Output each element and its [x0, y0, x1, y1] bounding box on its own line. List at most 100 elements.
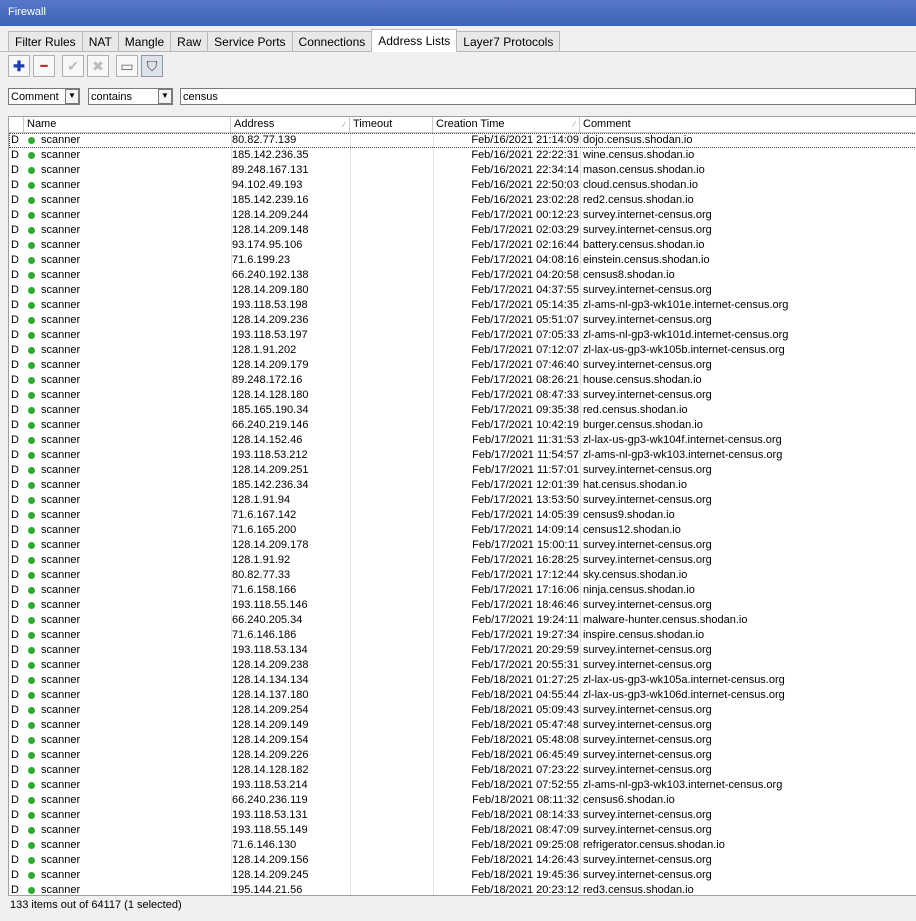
- table-row[interactable]: Dscanner 128.14.128.182 Feb/18/2021 07:23:…: [9, 763, 916, 778]
- row-comment: zl-lax-us-gp3-wk104f.internet-census.org: [583, 434, 782, 446]
- tab-address-lists[interactable]: Address Lists: [371, 29, 458, 52]
- tab-filter-rules[interactable]: Filter Rules: [8, 31, 83, 52]
- table-row[interactable]: Dscanner 66.240.205.34 Feb/17/2021 19:24:1…: [9, 613, 916, 628]
- header-comment-label: Comment: [583, 118, 631, 130]
- table-row[interactable]: Dscanner 71.6.199.23 Feb/17/2021 04:08:16 e…: [9, 253, 916, 268]
- dynamic-status-icon: [28, 227, 35, 234]
- row-address: 193.118.53.134: [232, 644, 308, 656]
- row-creation-time: Feb/17/2021 10:42:19: [471, 419, 579, 431]
- remove-button[interactable]: ━: [33, 55, 55, 77]
- comment-button[interactable]: ▭: [116, 55, 138, 77]
- row-creation-time: Feb/16/2021 22:22:31: [471, 149, 579, 161]
- row-creation-time: Feb/18/2021 01:27:25: [471, 674, 579, 686]
- table-row[interactable]: Dscanner 193.118.53.212 Feb/17/2021 11:54:…: [9, 448, 916, 463]
- table-row[interactable]: Dscanner 185.142.236.35 Feb/16/2021 22:22:…: [9, 148, 916, 163]
- table-row[interactable]: Dscanner 128.1.91.94 Feb/17/2021 13:53:50 s…: [9, 493, 916, 508]
- header-address[interactable]: Address ∕: [231, 117, 350, 132]
- table-row[interactable]: Dscanner 128.14.209.178 Feb/17/2021 15:00:…: [9, 538, 916, 553]
- table-row[interactable]: Dscanner 128.14.209.226 Feb/18/2021 06:45:…: [9, 748, 916, 763]
- table-row[interactable]: Dscanner 71.6.167.142 Feb/17/2021 14:05:39…: [9, 508, 916, 523]
- row-comment: wine.census.shodan.io: [583, 149, 695, 161]
- row-name: scanner: [41, 269, 81, 281]
- table-row[interactable]: Dscanner 128.14.128.180 Feb/17/2021 08:47:…: [9, 388, 916, 403]
- table-row[interactable]: Dscanner 128.1.91.202 Feb/17/2021 07:12:07…: [9, 343, 916, 358]
- row-name: scanner: [41, 689, 81, 701]
- table-row[interactable]: Dscanner 128.14.209.180 Feb/17/2021 04:37:…: [9, 283, 916, 298]
- table-row[interactable]: Dscanner 128.14.209.236 Feb/17/2021 05:51:…: [9, 313, 916, 328]
- table-row[interactable]: Dscanner 128.14.209.148 Feb/17/2021 02:03:…: [9, 223, 916, 238]
- table-row[interactable]: Dscanner 128.14.209.251 Feb/17/2021 11:57:…: [9, 463, 916, 478]
- dynamic-status-icon: [28, 377, 35, 384]
- row-creation-time: Feb/17/2021 05:51:07: [471, 314, 579, 326]
- enable-button[interactable]: ✔: [62, 55, 84, 77]
- tab-layer7-protocols[interactable]: Layer7 Protocols: [456, 31, 561, 52]
- address-list-table[interactable]: Name Address ∕ Timeout Creation Time ∕ C…: [8, 116, 916, 896]
- table-row[interactable]: Dscanner 193.118.53.134 Feb/17/2021 20:29:…: [9, 643, 916, 658]
- table-row[interactable]: Dscanner 128.14.209.254 Feb/18/2021 05:09:…: [9, 703, 916, 718]
- row-address: 128.1.91.202: [232, 344, 297, 356]
- table-row[interactable]: Dscanner 128.14.134.134 Feb/18/2021 01:27:…: [9, 673, 916, 688]
- table-row[interactable]: Dscanner 185.142.236.34 Feb/17/2021 12:01:…: [9, 478, 916, 493]
- table-row[interactable]: Dscanner 128.14.209.154 Feb/18/2021 05:48:…: [9, 733, 916, 748]
- row-flag: D: [11, 404, 19, 416]
- table-row[interactable]: Dscanner 66.240.192.138 Feb/17/2021 04:20:…: [9, 268, 916, 283]
- table-row[interactable]: Dscanner 93.174.95.106 Feb/17/2021 02:16:4…: [9, 238, 916, 253]
- table-row[interactable]: Dscanner 128.1.91.92 Feb/17/2021 16:28:25 s…: [9, 553, 916, 568]
- table-row[interactable]: Dscanner 128.14.209.179 Feb/17/2021 07:46:…: [9, 358, 916, 373]
- add-button[interactable]: ✚: [8, 55, 30, 77]
- table-row[interactable]: Dscanner 66.240.236.119 Feb/18/2021 08:11:…: [9, 793, 916, 808]
- filter-field-dropdown[interactable]: ▼: [65, 89, 79, 104]
- row-creation-time: Feb/17/2021 04:08:16: [471, 254, 579, 266]
- table-row[interactable]: Dscanner 128.14.152.46 Feb/17/2021 11:31:5…: [9, 433, 916, 448]
- table-row[interactable]: Dscanner 71.6.165.200 Feb/17/2021 14:09:14…: [9, 523, 916, 538]
- table-row[interactable]: Dscanner 193.118.53.197 Feb/17/2021 07:05:…: [9, 328, 916, 343]
- table-row[interactable]: Dscanner 193.118.53.131 Feb/18/2021 08:14:…: [9, 808, 916, 823]
- row-address: 71.6.146.130: [232, 839, 297, 851]
- table-row[interactable]: Dscanner 89.248.167.131 Feb/16/2021 22:34:…: [9, 163, 916, 178]
- table-row[interactable]: Dscanner 80.82.77.139 Feb/16/2021 21:14:09…: [9, 133, 916, 148]
- filter-button[interactable]: ⛉: [141, 55, 163, 77]
- table-row[interactable]: Dscanner 66.240.219.146 Feb/17/2021 10:42:…: [9, 418, 916, 433]
- dynamic-status-icon: [28, 647, 35, 654]
- tab-service-ports[interactable]: Service Ports: [207, 31, 293, 52]
- tab-raw[interactable]: Raw: [170, 31, 209, 52]
- tab-nat[interactable]: NAT: [81, 31, 119, 52]
- row-flag: D: [11, 569, 19, 581]
- header-comment[interactable]: Comment: [580, 117, 916, 132]
- table-row[interactable]: Dscanner 94.102.49.193 Feb/16/2021 22:50:0…: [9, 178, 916, 193]
- header-flag[interactable]: [9, 117, 24, 132]
- header-name[interactable]: Name: [24, 117, 231, 132]
- table-row[interactable]: Dscanner 89.248.172.16 Feb/17/2021 08:26:2…: [9, 373, 916, 388]
- table-row[interactable]: Dscanner 185.165.190.34 Feb/17/2021 09:35:…: [9, 403, 916, 418]
- table-row[interactable]: Dscanner 128.14.209.156 Feb/18/2021 14:26:…: [9, 853, 916, 868]
- row-comment: zl-ams-nl-gp3-wk103.internet-census.org: [583, 779, 783, 791]
- row-comment: survey.internet-census.org: [583, 824, 712, 836]
- table-row[interactable]: Dscanner 128.14.137.180 Feb/18/2021 04:55:…: [9, 688, 916, 703]
- dynamic-status-icon: [28, 677, 35, 684]
- table-row[interactable]: Dscanner 128.14.209.238 Feb/17/2021 20:55:…: [9, 658, 916, 673]
- row-creation-time: Feb/17/2021 11:57:01: [472, 464, 579, 476]
- table-row[interactable]: Dscanner 128.14.209.244 Feb/17/2021 00:12:…: [9, 208, 916, 223]
- table-row[interactable]: Dscanner 128.14.209.245 Feb/18/2021 19:45:…: [9, 868, 916, 883]
- tab-mangle[interactable]: Mangle: [117, 31, 172, 52]
- table-row[interactable]: Dscanner 193.118.53.214 Feb/18/2021 07:52:…: [9, 778, 916, 793]
- table-row[interactable]: Dscanner 71.6.146.130 Feb/18/2021 09:25:08…: [9, 838, 916, 853]
- filter-value-input[interactable]: census: [180, 88, 916, 105]
- disable-button[interactable]: ✖: [87, 55, 109, 77]
- row-name: scanner: [41, 824, 81, 836]
- filter-operator-dropdown[interactable]: ▼: [158, 89, 172, 104]
- table-row[interactable]: Dscanner 71.6.146.186 Feb/17/2021 19:27:34…: [9, 628, 916, 643]
- table-row[interactable]: Dscanner 193.118.55.146 Feb/17/2021 18:46:…: [9, 598, 916, 613]
- table-row[interactable]: Dscanner 193.118.53.198 Feb/17/2021 05:14:…: [9, 298, 916, 313]
- row-address: 128.14.209.148: [232, 224, 309, 236]
- header-creation-time[interactable]: Creation Time ∕: [433, 117, 580, 132]
- tab-connections[interactable]: Connections: [291, 31, 373, 52]
- table-row[interactable]: Dscanner 80.82.77.33 Feb/17/2021 17:12:44 s…: [9, 568, 916, 583]
- table-row[interactable]: Dscanner 71.6.158.166 Feb/17/2021 17:16:06…: [9, 583, 916, 598]
- table-row[interactable]: Dscanner 193.118.55.149 Feb/18/2021 08:47:…: [9, 823, 916, 838]
- row-comment: survey.internet-census.org: [583, 704, 712, 716]
- row-flag: D: [11, 539, 19, 551]
- header-timeout[interactable]: Timeout: [350, 117, 433, 132]
- table-row[interactable]: Dscanner 185.142.239.16 Feb/16/2021 23:02:…: [9, 193, 916, 208]
- table-row[interactable]: Dscanner 128.14.209.149 Feb/18/2021 05:47:…: [9, 718, 916, 733]
